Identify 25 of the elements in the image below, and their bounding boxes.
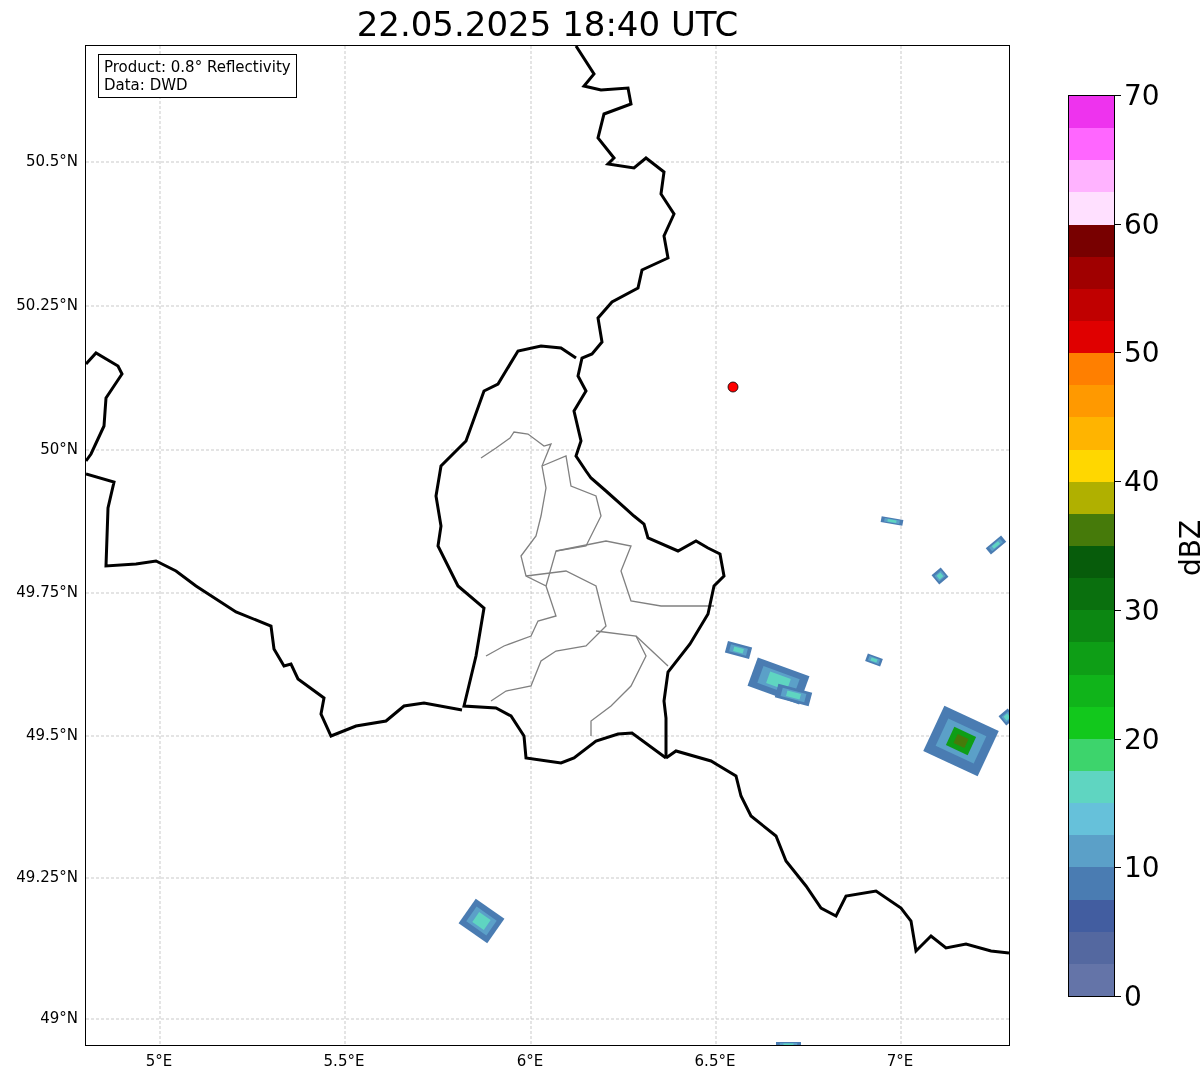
colorbar-tick-label: 50 xyxy=(1124,335,1160,369)
info-text: Product: 0.8° Reflectivity xyxy=(104,58,291,76)
figure-title: 22.05.2025 18:40 UTC xyxy=(355,4,740,44)
radar-site-marker xyxy=(727,381,739,393)
longitude-label: 5°E xyxy=(145,1052,173,1070)
latitude-label: 50.5°N xyxy=(25,152,78,170)
latitude-label: 49.75°N xyxy=(16,583,78,601)
latitude-label: 50°N xyxy=(40,440,78,458)
colorbar-tick-label: 20 xyxy=(1124,722,1160,756)
longitude-label: 7°E xyxy=(886,1052,914,1070)
latitude-label: 49.25°N xyxy=(16,868,78,886)
colorbar-tick-label: 60 xyxy=(1124,207,1160,241)
colorbar-label: dBZ xyxy=(1173,519,1202,577)
latitude-label: 49.5°N xyxy=(25,726,78,744)
longitude-label: 6°E xyxy=(516,1052,544,1070)
latitude-label: 50.25°N xyxy=(16,296,78,314)
colorbar-tick-label: 30 xyxy=(1124,593,1160,627)
latitude-label: 49°N xyxy=(40,1009,78,1027)
colorbar-tick-label: 70 xyxy=(1124,78,1160,112)
colorbar-tick-label: 0 xyxy=(1124,979,1142,1013)
colorbar-tick-label: 40 xyxy=(1124,464,1160,498)
longitude-label: 5.5°E xyxy=(323,1052,365,1070)
longitude-label: 6.5°E xyxy=(694,1052,736,1070)
info-text: Data: DWD xyxy=(104,76,189,94)
colorbar-tick-label: 10 xyxy=(1124,850,1160,884)
